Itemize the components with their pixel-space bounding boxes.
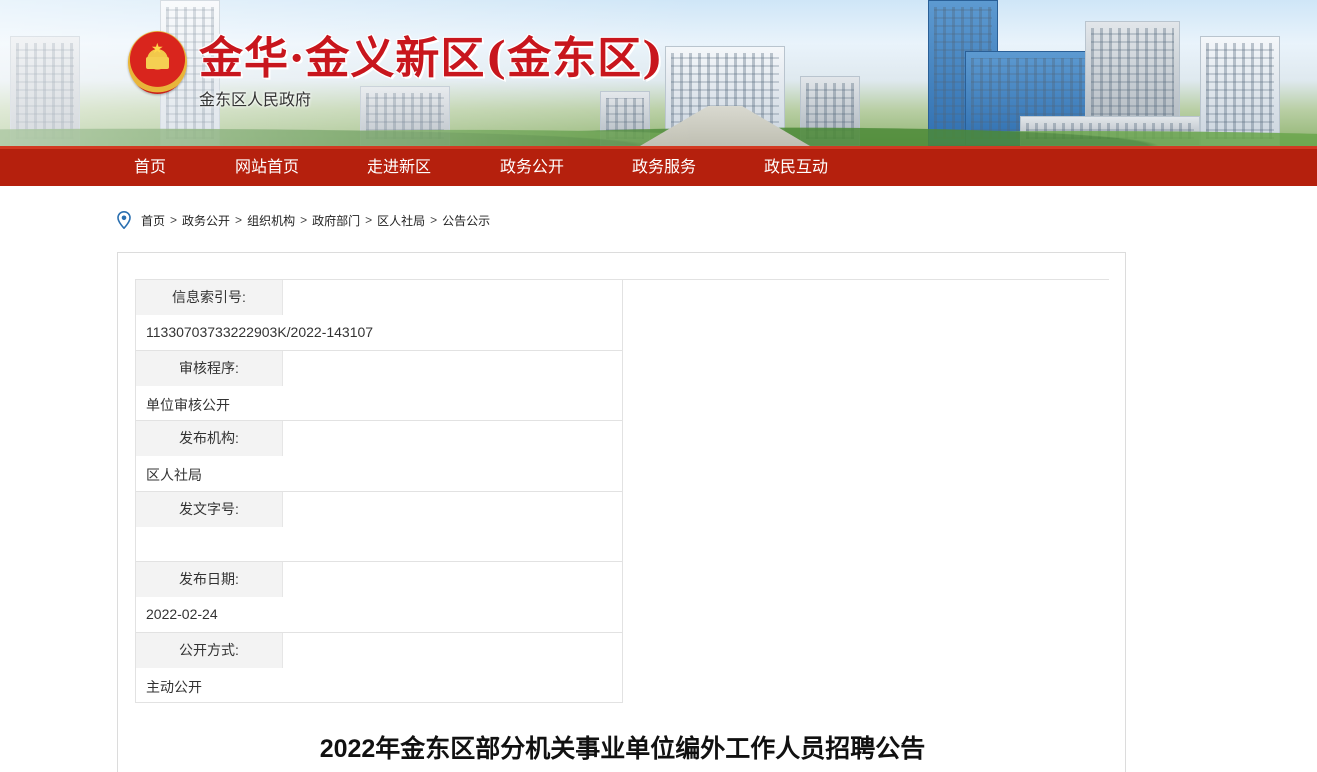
breadcrumb-gov-affairs[interactable]: 政务公开 [182, 212, 230, 229]
metadata-label: 发布机构: [136, 421, 283, 456]
breadcrumb-separator: > [170, 213, 178, 227]
star-icon: ★ [151, 41, 164, 57]
breadcrumb-separator: > [235, 213, 243, 227]
metadata-row-date: 发布日期: 2022-02-24 [136, 562, 622, 633]
metadata-label: 发文字号: [136, 491, 283, 527]
nav-item-gov-services[interactable]: 政务服务 [632, 149, 696, 186]
nav-item-home[interactable]: 首页 [134, 149, 166, 186]
metadata-row-index: 信息索引号: 11330703733222903K/2022-143107 [136, 280, 622, 351]
location-pin-icon [117, 211, 131, 229]
breadcrumb-organization[interactable]: 组织机构 [247, 212, 295, 229]
metadata-value: 单位审核公开 [146, 396, 230, 413]
nav-item-about[interactable]: 走进新区 [367, 149, 431, 186]
metadata-value: 2022-02-24 [146, 606, 218, 622]
metadata-row-disclosure: 公开方式: 主动公开 [136, 632, 622, 703]
metadata-row-doc-number: 发文字号: [136, 491, 622, 562]
metadata-table: 信息索引号: 11330703733222903K/2022-143107 审核… [135, 280, 623, 703]
main-nav: 首页 网站首页 走进新区 政务公开 政务服务 政民互动 [0, 146, 1317, 186]
metadata-value: 11330703733222903K/2022-143107 [146, 324, 374, 340]
breadcrumb: 首页 > 政务公开 > 组织机构 > 政府部门 > 区人社局 > 公告公示 [117, 210, 490, 230]
breadcrumb-announcements[interactable]: 公告公示 [442, 212, 490, 229]
metadata-value: 区人社局 [146, 467, 202, 483]
site-title[interactable]: 金华·金义新区(金东区) [199, 22, 664, 84]
header-banner: ★ 金华·金义新区(金东区) 金东区人民政府 [0, 0, 1317, 146]
nav-item-gov-affairs[interactable]: 政务公开 [500, 149, 564, 186]
metadata-label: 发布日期: [136, 562, 283, 597]
metadata-row-review: 审核程序: 单位审核公开 [136, 350, 622, 421]
metadata-value: 主动公开 [146, 678, 202, 695]
gate-icon [146, 57, 169, 69]
breadcrumb-separator: > [300, 213, 308, 227]
national-emblem-icon[interactable]: ★ [128, 31, 187, 94]
article-title: 2022年金东区部分机关事业单位编外工作人员招聘公告 [319, 735, 926, 763]
breadcrumb-home[interactable]: 首页 [141, 212, 165, 229]
breadcrumb-separator: > [365, 213, 373, 227]
breadcrumb-separator: > [430, 213, 438, 227]
content-panel: 信息索引号: 11330703733222903K/2022-143107 审核… [117, 252, 1126, 772]
breadcrumb-departments[interactable]: 政府部门 [312, 212, 360, 229]
metadata-label: 审核程序: [136, 350, 283, 386]
nav-item-site-home[interactable]: 网站首页 [235, 149, 299, 186]
breadcrumb-hr-bureau[interactable]: 区人社局 [377, 212, 425, 229]
metadata-label: 公开方式: [136, 632, 283, 668]
site-subtitle: 金东区人民政府 [199, 92, 312, 109]
metadata-row-publisher: 发布机构: 区人社局 [136, 421, 622, 492]
nav-item-interaction[interactable]: 政民互动 [764, 149, 828, 186]
metadata-label: 信息索引号: [136, 280, 283, 315]
